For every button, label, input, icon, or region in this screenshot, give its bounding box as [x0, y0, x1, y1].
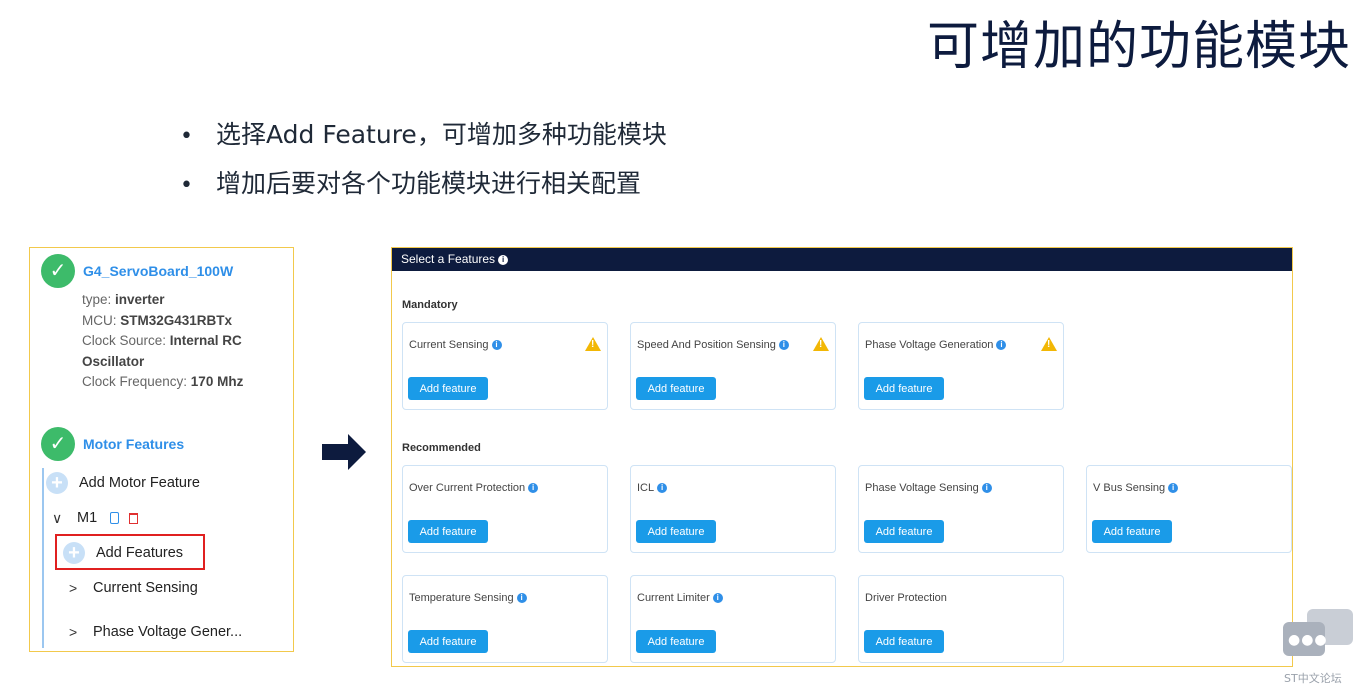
feature-card: Phase Voltage Sensing i Add feature	[858, 465, 1064, 553]
feature-card: Over Current Protection i Add feature	[402, 465, 608, 553]
info-icon[interactable]: i	[981, 483, 992, 494]
info-icon[interactable]: i	[498, 254, 509, 265]
info-icon[interactable]: i	[778, 340, 789, 351]
bullet-list: • 选择Add Feature，可增加多种功能模块 • 增加后要对各个功能模块进行相…	[180, 116, 667, 214]
watermark-text: ST中文论坛	[1284, 672, 1342, 685]
add-feature-button[interactable]: Add feature	[408, 630, 488, 653]
add-feature-button[interactable]: Add feature	[636, 377, 716, 400]
feature-card: Current Sensingi Add feature	[402, 322, 608, 410]
recommended-label: Recommended	[402, 442, 481, 454]
bullet-item: • 选择Add Feature，可增加多种功能模块	[180, 120, 667, 149]
chevron-right-icon[interactable]: >	[69, 580, 77, 596]
tree-item-phase-voltage[interactable]: Phase Voltage Gener...	[93, 624, 242, 640]
info-icon[interactable]: i	[516, 593, 527, 604]
feature-title: Over Current Protection i	[409, 482, 539, 494]
add-features-button[interactable]: Add Features	[96, 545, 183, 561]
feature-card: ICL i Add feature	[630, 465, 836, 553]
feature-card: Speed And Position Sensingi Add feature	[630, 322, 836, 410]
feature-title: Speed And Position Sensing i	[637, 339, 789, 351]
add-feature-button[interactable]: Add feature	[408, 377, 488, 400]
board-name[interactable]: G4_ServoBoard_100W	[83, 263, 233, 279]
warning-icon	[1041, 337, 1057, 351]
info-icon[interactable]: i	[528, 483, 539, 494]
feature-title: Current Sensing i	[409, 339, 502, 351]
tree-connector	[42, 468, 44, 648]
add-motor-feature-button[interactable]: Add Motor Feature	[79, 475, 200, 491]
feature-title: V Bus Sensing i	[1093, 482, 1179, 494]
mandatory-label: Mandatory	[402, 299, 458, 311]
feature-card: V Bus Sensing i Add feature	[1086, 465, 1292, 553]
feature-title: Current Limiter i	[637, 592, 723, 604]
arrow-right-icon	[322, 434, 366, 470]
add-feature-button[interactable]: Add feature	[864, 630, 944, 653]
info-icon[interactable]: i	[712, 593, 723, 604]
chevron-down-icon[interactable]: ∨	[52, 510, 62, 527]
check-icon: ✓	[41, 254, 75, 288]
copy-icon[interactable]	[110, 512, 119, 524]
panel-header: Select a Features i	[392, 248, 1292, 271]
info-icon[interactable]: i	[996, 340, 1007, 351]
feature-card: Temperature Sensing i Add feature	[402, 575, 608, 663]
board-tree-panel: ✓ G4_ServoBoard_100W type: inverter MCU:…	[29, 247, 294, 652]
add-feature-button[interactable]: Add feature	[864, 520, 944, 543]
plus-icon[interactable]: +	[63, 542, 85, 564]
board-info: type: inverter MCU: STM32G431RBTx Clock …	[82, 292, 244, 389]
motor-m1-label[interactable]: M1	[77, 510, 97, 526]
trash-icon[interactable]	[129, 513, 138, 524]
feature-title: Phase Voltage Sensing i	[865, 482, 992, 494]
add-feature-button[interactable]: Add feature	[636, 630, 716, 653]
feature-title: ICL i	[637, 482, 668, 494]
select-features-panel: Select a Features i Mandatory Current Sen…	[391, 247, 1293, 667]
add-feature-button[interactable]: Add feature	[636, 520, 716, 543]
info-icon[interactable]: i	[1168, 483, 1179, 494]
tree-item-current-sensing[interactable]: Current Sensing	[93, 580, 198, 596]
feature-title: Driver Protection	[865, 592, 947, 604]
feature-card: Driver Protection Add feature	[858, 575, 1064, 663]
add-feature-button[interactable]: Add feature	[864, 377, 944, 400]
feature-title: Phase Voltage Generation i	[865, 339, 1007, 351]
add-feature-button[interactable]: Add feature	[1092, 520, 1172, 543]
info-icon[interactable]: i	[491, 340, 502, 351]
check-icon: ✓	[41, 427, 75, 461]
bullet-item: • 增加后要对各个功能模块进行相关配置	[180, 169, 642, 198]
motor-features-title[interactable]: Motor Features	[83, 436, 184, 452]
plus-icon[interactable]: +	[46, 472, 68, 494]
slide-title: 可增加的功能模块	[926, 17, 1351, 77]
info-icon[interactable]: i	[657, 483, 668, 494]
chevron-right-icon[interactable]: >	[69, 624, 77, 640]
feature-title: Temperature Sensing i	[409, 592, 527, 604]
warning-icon	[585, 337, 601, 351]
warning-icon	[813, 337, 829, 351]
dots-icon: ●●●	[1288, 632, 1328, 648]
feature-card: Phase Voltage Generationi Add feature	[858, 322, 1064, 410]
add-feature-button[interactable]: Add feature	[408, 520, 488, 543]
feature-card: Current Limiter i Add feature	[630, 575, 836, 663]
